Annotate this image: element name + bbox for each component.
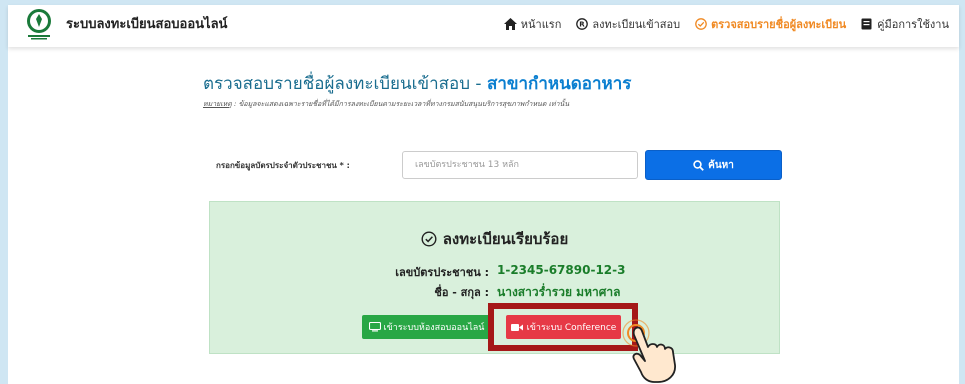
page-title: ตรวจสอบรายชื่อผู้ลงทะเบียนเข้าสอบ - สาขา… bbox=[203, 70, 631, 97]
id-value: 1-2345-67890-12-3 bbox=[497, 263, 626, 277]
result-status: ลงทะเบียนเรียบร้อย bbox=[210, 227, 779, 251]
note-label: หมายเหตุ bbox=[203, 100, 232, 108]
page-title-text: ตรวจสอบรายชื่อผู้ลงทะเบียนเข้าสอบ - bbox=[203, 74, 487, 94]
registered-icon: R bbox=[575, 18, 588, 31]
search-button-label: ค้นหา bbox=[708, 159, 734, 171]
page: ระบบลงทะเบียนสอบออนไลน์ หน้าแรก R ลงทะเบ… bbox=[8, 5, 959, 384]
pointing-hand-icon bbox=[622, 319, 676, 383]
search-icon bbox=[693, 159, 704, 171]
top-navbar: ระบบลงทะเบียนสอบออนไลน์ หน้าแรก R ลงทะเบ… bbox=[8, 5, 959, 47]
branch-name: สาขากำหนดอาหาร bbox=[486, 74, 632, 94]
nav-register[interactable]: R ลงทะเบียนเข้าสอบ bbox=[575, 15, 680, 33]
nav-manual[interactable]: คู่มือการใช้งาน bbox=[860, 15, 949, 33]
name-label: ชื่อ - สกุล : bbox=[434, 286, 489, 299]
main-nav: หน้าแรก R ลงทะเบียนเข้าสอบ ตรวจสอบรายชื่… bbox=[503, 15, 949, 33]
search-button[interactable]: ค้นหา bbox=[645, 150, 782, 180]
brand-title[interactable]: ระบบลงทะเบียนสอบออนไลน์ bbox=[66, 13, 227, 34]
ministry-logo[interactable] bbox=[22, 7, 56, 41]
screen-share-icon bbox=[368, 322, 381, 332]
nav-home-label: หน้าแรก bbox=[520, 18, 562, 31]
note-text: : ข้อมูลจะแสดงเฉพาะรายชื่อที่ได้มีการลงท… bbox=[231, 100, 570, 108]
result-status-text: ลงทะเบียนเรียบร้อย bbox=[442, 230, 569, 248]
nav-check-list-label: ตรวจสอบรายชื่อผู้ลงทะเบียน bbox=[711, 18, 847, 31]
online-exam-room-label: เข้าระบบห้องสอบออนไลน์ bbox=[383, 323, 485, 333]
citizen-id-input[interactable] bbox=[402, 151, 638, 179]
note: หมายเหตุ : ข้อมูลจะแสดงเฉพาะรายชื่อที่ได… bbox=[203, 99, 569, 110]
name-value: นางสาวร่ำรวย มหาศาล bbox=[497, 285, 621, 299]
check-circle-icon bbox=[421, 231, 437, 247]
nav-manual-label: คู่มือการใช้งาน bbox=[877, 18, 949, 31]
svg-text:R: R bbox=[579, 21, 585, 29]
id-label: เลขบัตรประชาชน : bbox=[395, 266, 489, 279]
home-icon bbox=[503, 18, 517, 31]
search-label: กรอกข้อมูลบัตรประจำตัวประชาชน * : bbox=[216, 161, 350, 170]
nav-check-list[interactable]: ตรวจสอบรายชื่อผู้ลงทะเบียน bbox=[694, 15, 846, 33]
online-exam-room-button[interactable]: เข้าระบบห้องสอบออนไลน์ bbox=[362, 315, 491, 339]
highlight-box bbox=[488, 303, 638, 351]
nav-home[interactable]: หน้าแรก bbox=[503, 15, 562, 33]
check-circle-icon bbox=[694, 18, 707, 31]
nav-register-label: ลงทะเบียนเข้าสอบ bbox=[592, 18, 681, 31]
book-icon bbox=[860, 18, 873, 31]
